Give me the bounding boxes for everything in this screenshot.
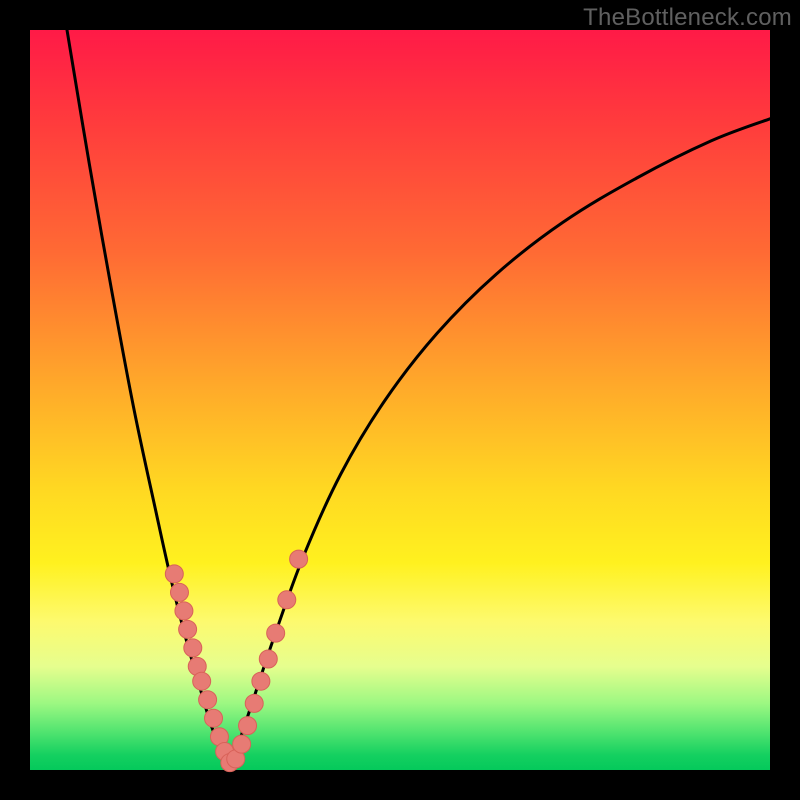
plot-area <box>30 30 770 770</box>
data-dot <box>193 672 211 690</box>
watermark-text: TheBottleneck.com <box>583 4 792 32</box>
chart-frame: TheBottleneck.com <box>0 0 800 800</box>
chart-svg <box>30 30 770 770</box>
data-dot <box>184 639 202 657</box>
data-dot <box>278 591 296 609</box>
curve-layer <box>67 30 770 770</box>
left-curve <box>67 30 230 770</box>
data-dot <box>267 624 285 642</box>
data-dot <box>205 709 223 727</box>
data-dot <box>199 691 217 709</box>
data-dot <box>252 672 270 690</box>
dot-layer <box>165 550 307 772</box>
data-dot <box>233 735 251 753</box>
data-dot <box>259 650 277 668</box>
data-dot <box>165 565 183 583</box>
data-dot <box>179 620 197 638</box>
data-dot <box>170 583 188 601</box>
data-dot <box>290 550 308 568</box>
data-dot <box>239 717 257 735</box>
right-curve <box>230 119 770 770</box>
data-dot <box>175 602 193 620</box>
data-dot <box>245 694 263 712</box>
